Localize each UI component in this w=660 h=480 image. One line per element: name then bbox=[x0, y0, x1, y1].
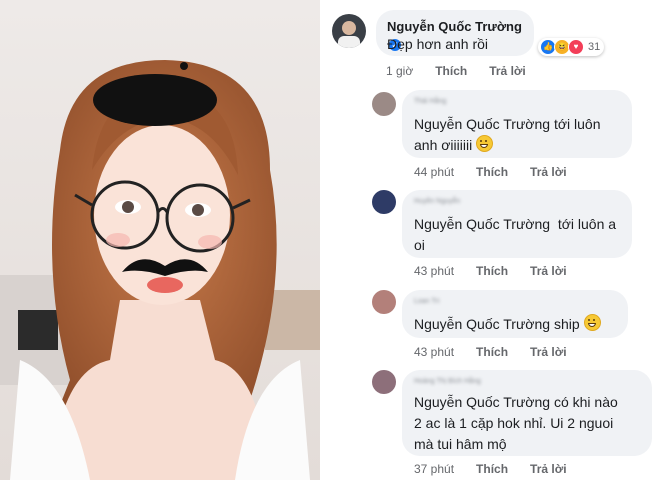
reply-meta: 43 phút Thích Trả lời bbox=[414, 264, 567, 278]
reply-text-line: Nguyễn Quốc Trường tới luôn a bbox=[414, 216, 617, 232]
reply-button[interactable]: Trả lời bbox=[530, 345, 567, 359]
reply-text: Nguyễn Quốc Trường tới luôn anh ơiiiiiii bbox=[414, 114, 601, 156]
love-icon: ♥ bbox=[568, 39, 584, 55]
comment-thread: Nguyễn Quốc Trường✓ Đẹp hơn anh rồi 👍 😆 … bbox=[324, 0, 660, 480]
reply-text-line: oi bbox=[414, 237, 425, 253]
avatar-portrait bbox=[338, 21, 360, 48]
reply-author[interactable]: Thái Hằng bbox=[414, 98, 446, 105]
reply-author[interactable]: Huyền Nguyễn bbox=[414, 198, 460, 205]
reply-text: Nguyễn Quốc Trường có khi nào 2 ac là 1 … bbox=[414, 392, 618, 455]
reply-time[interactable]: 43 phút bbox=[414, 264, 454, 278]
reaction-count: 31 bbox=[588, 41, 601, 53]
comment-bubble: Nguyễn Quốc Trường✓ Đẹp hơn anh rồi bbox=[376, 10, 534, 56]
selfie-photo-drawing bbox=[0, 0, 320, 480]
like-button[interactable]: Thích bbox=[435, 64, 467, 78]
reply-author[interactable]: Hoàng Thị Bích Hằng bbox=[414, 378, 481, 385]
reply-button[interactable]: Trả lời bbox=[489, 64, 526, 78]
avatar[interactable] bbox=[372, 370, 396, 394]
reply-button[interactable]: Trả lời bbox=[530, 462, 567, 476]
comment-meta: 1 giờ Thích Trả lời bbox=[386, 64, 526, 78]
like-button[interactable]: Thích bbox=[476, 462, 508, 476]
reply-meta: 44 phút Thích Trả lời bbox=[414, 165, 567, 179]
reply-meta: 37 phút Thích Trả lời bbox=[414, 462, 567, 476]
reply-time[interactable]: 44 phút bbox=[414, 165, 454, 179]
comment-text: Đẹp hơn anh rồi bbox=[387, 36, 489, 52]
avatar[interactable] bbox=[372, 92, 396, 116]
reaction-summary[interactable]: 👍 😆 ♥ 31 bbox=[538, 38, 605, 56]
reply-bubble: Thái Hằng Nguyễn Quốc Trường tới luôn an… bbox=[402, 90, 632, 158]
avatar[interactable] bbox=[372, 290, 396, 314]
reply-bubble: Loan Trí Nguyễn Quốc Trường ship bbox=[402, 290, 628, 338]
reply-bubble: Huyền Nguyễn Nguyễn Quốc Trường tới luôn… bbox=[402, 190, 632, 258]
comment-author[interactable]: Nguyễn Quốc Trường bbox=[387, 19, 522, 34]
reply-button[interactable]: Trả lời bbox=[530, 165, 567, 179]
reply-text-line: mà tui hâm mộ bbox=[414, 436, 507, 452]
reply-text-line: Nguyễn Quốc Trường có khi nào bbox=[414, 394, 618, 410]
selfie-photo[interactable] bbox=[0, 0, 320, 480]
reply-text-line: Nguyễn Quốc Trường tới luôn bbox=[414, 116, 601, 132]
reply-text-segment: anh ơiiiiiii bbox=[414, 137, 473, 153]
reply-time[interactable]: 37 phút bbox=[414, 462, 454, 476]
reply-meta: 43 phút Thích Trả lời bbox=[414, 345, 567, 359]
like-button[interactable]: Thích bbox=[476, 345, 508, 359]
reply-bubble: Hoàng Thị Bích Hằng Nguyễn Quốc Trường c… bbox=[402, 370, 652, 456]
reply-text: Nguyễn Quốc Trường tới luôn a oi bbox=[414, 214, 616, 256]
reply-button[interactable]: Trả lời bbox=[530, 264, 567, 278]
reply-time[interactable]: 43 phút bbox=[414, 345, 454, 359]
avatar[interactable] bbox=[332, 14, 366, 48]
reply-author[interactable]: Loan Trí bbox=[414, 298, 440, 305]
like-button[interactable]: Thích bbox=[476, 264, 508, 278]
grin-emoji-icon bbox=[476, 135, 494, 152]
reply-text: Nguyễn Quốc Trường ship bbox=[414, 314, 601, 335]
comment-time[interactable]: 1 giờ bbox=[386, 64, 413, 78]
avatar[interactable] bbox=[372, 190, 396, 214]
reply-text-line: 2 ac là 1 cặp hok nhỉ. Ui 2 nguoi bbox=[414, 415, 614, 431]
grin-emoji-icon bbox=[583, 314, 601, 331]
like-button[interactable]: Thích bbox=[476, 165, 508, 179]
reply-text-line: anh ơiiiiiii bbox=[414, 135, 601, 156]
reply-text-line: Nguyễn Quốc Trường ship bbox=[414, 316, 580, 332]
